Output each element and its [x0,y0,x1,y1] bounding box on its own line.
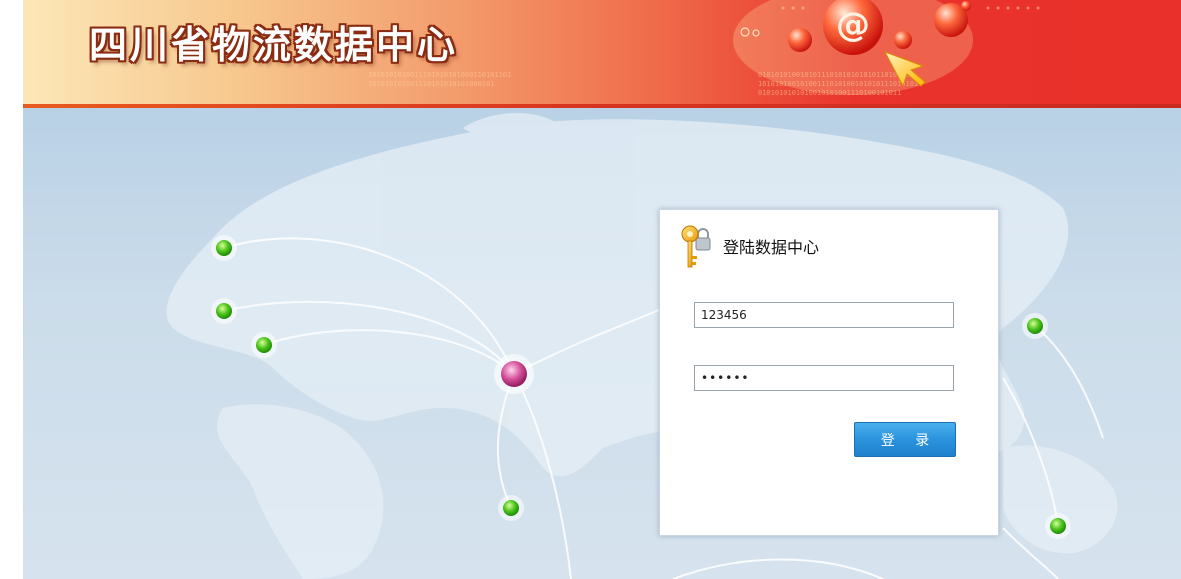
site-title: 四川省物流数据中心 [89,23,459,67]
login-title: 登陆数据中心 [723,238,820,257]
svg-text:010101010101001010100111010010: 0101010101010010101001110100101011 [758,89,901,97]
hub-node [494,354,534,394]
svg-text:@: @ [836,5,870,45]
login-panel: 登陆数据中心 登 录 [659,209,999,536]
page: 1010101010011101010101000110101101 10101… [23,0,1181,579]
svg-text:101010100101001110101001010101: 10101010010100111010100101010111010101 [758,80,918,88]
username-input[interactable] [694,302,954,328]
world-map [166,113,1118,579]
svg-text:010101010010101110101010101011: 0101010100101011101010101010110101101 [758,71,914,79]
svg-text:101010101001110101010101000101: 101010101001110101010101000101 [368,80,494,88]
world-map-background [23,108,1181,579]
svg-text:101010101001110101010100011010: 1010101010011101010101000110101101 [368,71,511,79]
header-banner: 1010101010011101010101000110101101 10101… [23,0,1181,104]
password-input[interactable] [694,365,954,391]
key-lock-icon [681,225,711,268]
login-button[interactable]: 登 录 [854,422,956,457]
